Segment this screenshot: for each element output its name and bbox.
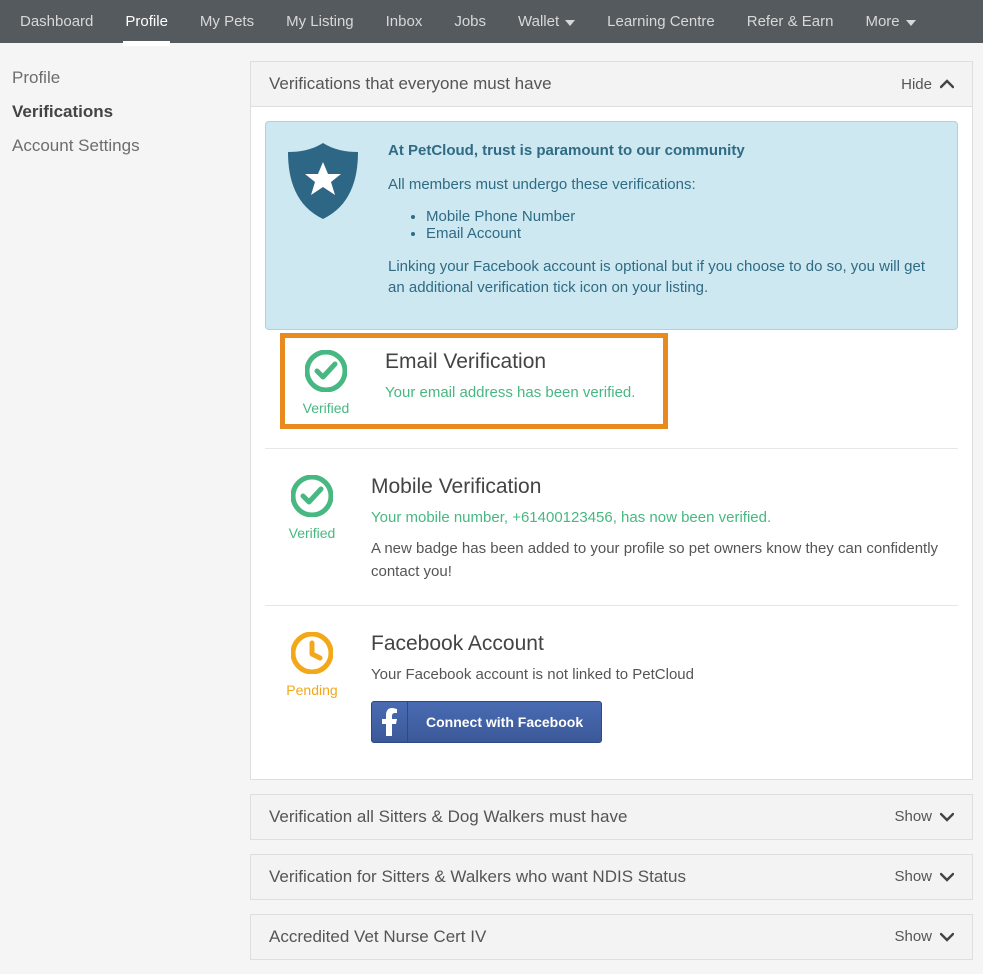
- check-circle-icon: [291, 475, 333, 521]
- nav-more[interactable]: More: [849, 0, 931, 43]
- panel-ndis: Verification for Sitters & Walkers who w…: [250, 854, 973, 900]
- toggle-label: Show: [894, 868, 932, 885]
- trust-info-box: At PetCloud, trust is paramount to our c…: [265, 121, 958, 330]
- verification-title: Email Verification: [385, 350, 653, 374]
- nav-my-pets[interactable]: My Pets: [184, 0, 270, 43]
- nav-label: My Listing: [286, 13, 354, 30]
- toggle-label: Show: [894, 808, 932, 825]
- nav-label: Jobs: [454, 13, 486, 30]
- facebook-icon: [372, 702, 408, 742]
- panel-title: Verification for Sitters & Walkers who w…: [269, 867, 686, 887]
- nav-label: Wallet: [518, 13, 559, 30]
- panel-header-vet-nurse[interactable]: Accredited Vet Nurse Cert IV Show: [251, 915, 972, 959]
- caret-down-icon: [906, 13, 916, 30]
- panel-title: Verification all Sitters & Dog Walkers m…: [269, 807, 627, 827]
- nav-label: Refer & Earn: [747, 13, 834, 30]
- verification-title: Mobile Verification: [371, 475, 942, 499]
- nav-profile[interactable]: Profile: [109, 0, 184, 43]
- panel-header-everyone[interactable]: Verifications that everyone must have Hi…: [251, 62, 972, 107]
- nav-label: Profile: [125, 13, 168, 30]
- verification-message: Your email address has been verified.: [385, 382, 653, 403]
- info-line1: All members must undergo these verificat…: [388, 174, 935, 196]
- chevron-down-icon: [940, 872, 954, 882]
- nav-jobs[interactable]: Jobs: [438, 0, 502, 43]
- status-label: Verified: [303, 400, 350, 416]
- chevron-down-icon: [940, 812, 954, 822]
- sidebar-item-profile[interactable]: Profile: [10, 61, 230, 95]
- clock-circle-icon: [291, 632, 333, 678]
- nav-wallet[interactable]: Wallet: [502, 0, 591, 43]
- verification-description: Your Facebook account is not linked to P…: [371, 664, 942, 687]
- panel-toggle: Show: [894, 808, 954, 825]
- sidebar-item-account-settings[interactable]: Account Settings: [10, 129, 230, 163]
- nav-my-listing[interactable]: My Listing: [270, 0, 370, 43]
- chevron-up-icon: [940, 79, 954, 89]
- nav-inbox[interactable]: Inbox: [370, 0, 439, 43]
- panel-title: Accredited Vet Nurse Cert IV: [269, 927, 486, 947]
- panel-title: Verifications that everyone must have: [269, 74, 552, 94]
- verification-mobile: Verified Mobile Verification Your mobile…: [265, 448, 958, 605]
- main-content: Verifications that everyone must have Hi…: [250, 61, 973, 974]
- panel-header-ndis[interactable]: Verification for Sitters & Walkers who w…: [251, 855, 972, 899]
- verification-email: Verified Email Verification Your email a…: [283, 336, 665, 426]
- info-bullet: Mobile Phone Number: [426, 208, 935, 225]
- panel-everyone: Verifications that everyone must have Hi…: [250, 61, 973, 780]
- chevron-down-icon: [940, 932, 954, 942]
- panel-vet-nurse: Accredited Vet Nurse Cert IV Show: [250, 914, 973, 960]
- sidebar: Profile Verifications Account Settings: [10, 61, 250, 974]
- nav-learning-centre[interactable]: Learning Centre: [591, 0, 731, 43]
- nav-dashboard[interactable]: Dashboard: [4, 0, 109, 43]
- caret-down-icon: [565, 13, 575, 30]
- verification-facebook: Pending Facebook Account Your Facebook a…: [265, 605, 958, 765]
- nav-label: Learning Centre: [607, 13, 715, 30]
- verification-description: A new badge has been added to your profi…: [371, 538, 942, 583]
- button-label: Connect with Facebook: [408, 702, 601, 742]
- sidebar-item-verifications[interactable]: Verifications: [10, 95, 230, 129]
- toggle-label: Show: [894, 928, 932, 945]
- verification-title: Facebook Account: [371, 632, 942, 656]
- panel-toggle: Hide: [901, 76, 954, 93]
- connect-facebook-button[interactable]: Connect with Facebook: [371, 701, 602, 743]
- info-bullet: Email Account: [426, 225, 935, 242]
- nav-label: More: [865, 13, 899, 30]
- info-line2: Linking your Facebook account is optiona…: [388, 256, 935, 300]
- verification-message: Your mobile number, +61400123456, has no…: [371, 507, 942, 528]
- top-nav: Dashboard Profile My Pets My Listing Inb…: [0, 0, 983, 43]
- panel-sitters-walkers: Verification all Sitters & Dog Walkers m…: [250, 794, 973, 840]
- status-label: Verified: [289, 525, 336, 541]
- toggle-label: Hide: [901, 76, 932, 93]
- panel-header-sitters[interactable]: Verification all Sitters & Dog Walkers m…: [251, 795, 972, 839]
- panel-toggle: Show: [894, 868, 954, 885]
- check-circle-icon: [305, 350, 347, 396]
- shield-star-icon: [284, 140, 362, 311]
- nav-refer-earn[interactable]: Refer & Earn: [731, 0, 850, 43]
- info-heading: At PetCloud, trust is paramount to our c…: [388, 142, 745, 159]
- nav-label: My Pets: [200, 13, 254, 30]
- status-label: Pending: [286, 682, 337, 698]
- nav-label: Dashboard: [20, 13, 93, 30]
- panel-toggle: Show: [894, 928, 954, 945]
- nav-label: Inbox: [386, 13, 423, 30]
